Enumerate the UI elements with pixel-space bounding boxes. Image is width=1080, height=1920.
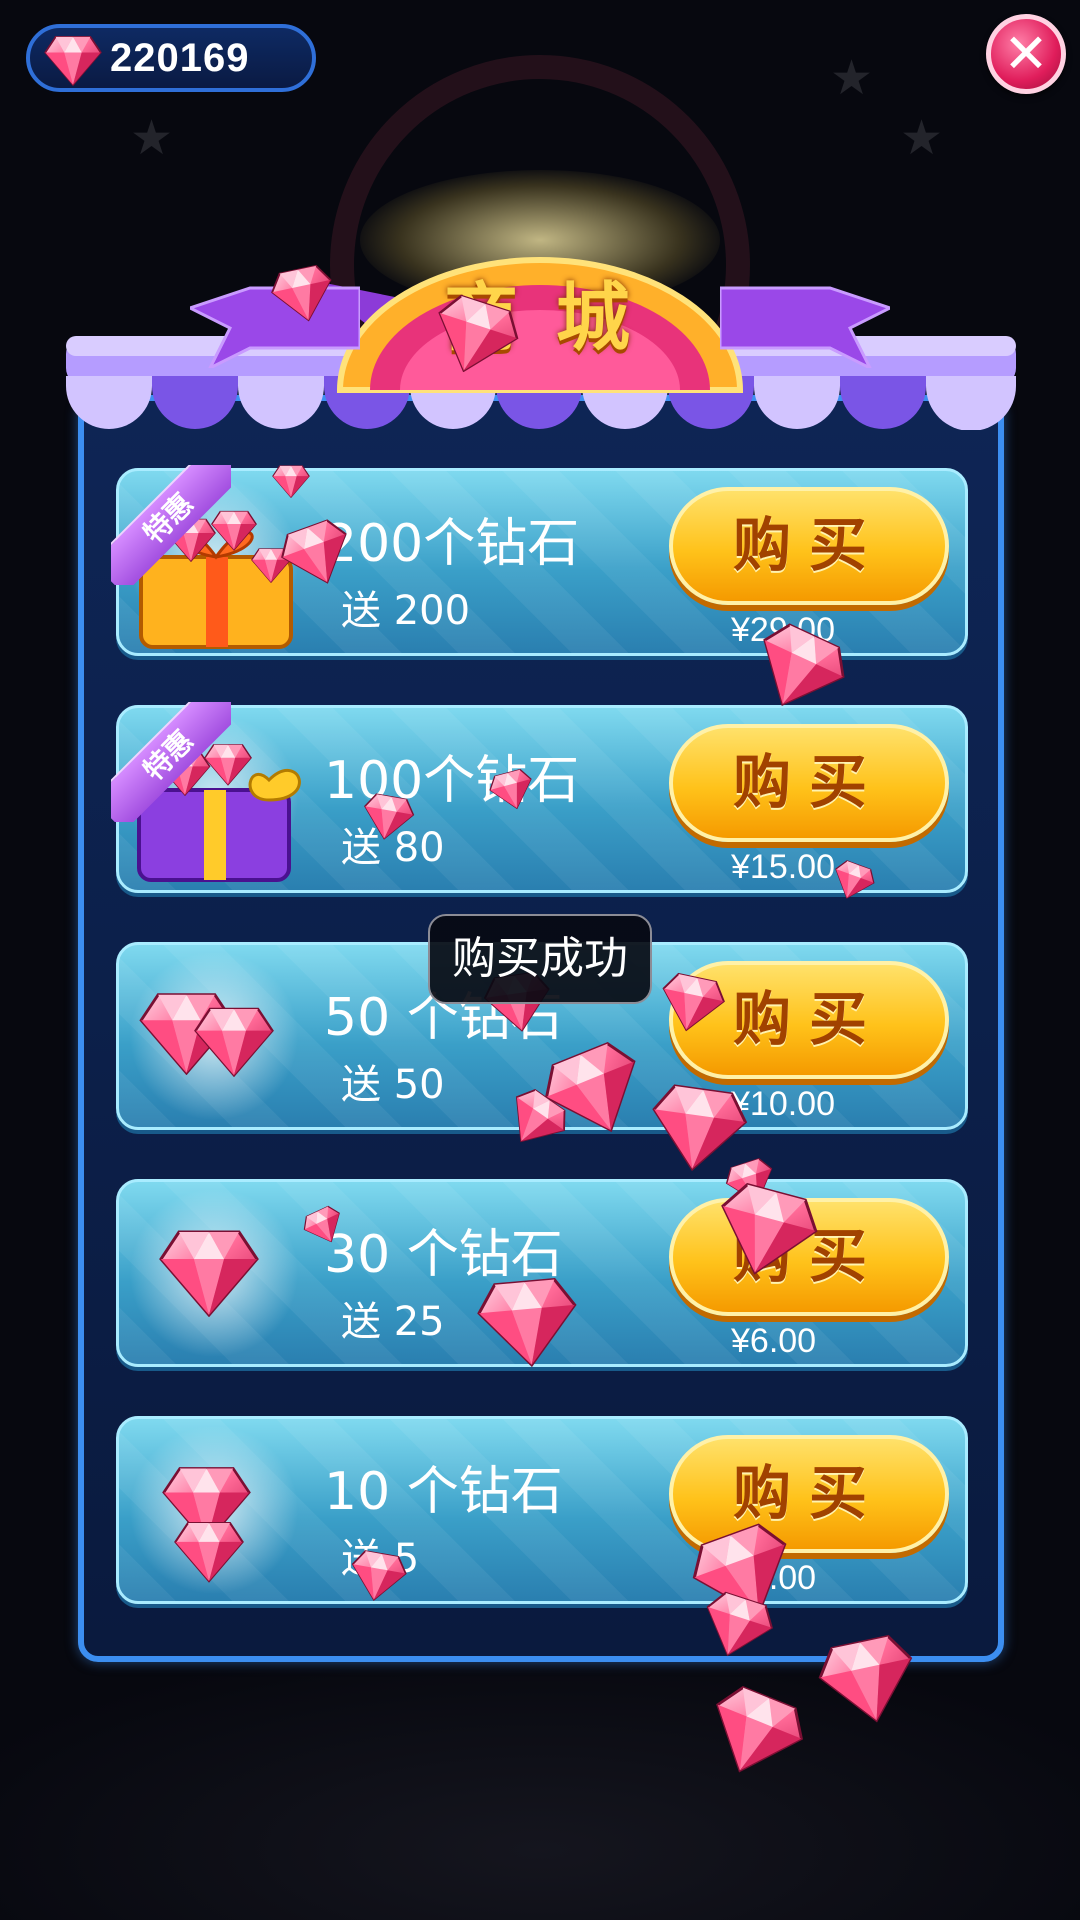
game-shop-screen: ★ ★ ★ 220169 ✕ 商 城 特惠 200个钻石 送 200 购买 特惠… — [0, 0, 1080, 1920]
buy-button[interactable]: 购买 — [669, 724, 949, 842]
special-offer-badge: 特惠 — [111, 465, 231, 585]
diamond-icon — [159, 1230, 259, 1317]
toast-message: 购买成功 — [452, 933, 628, 984]
offer-quantity: 200个钻石 — [324, 514, 580, 574]
gem-balance-counter: 220169 — [26, 24, 316, 92]
close-icon: ✕ — [1003, 22, 1049, 85]
background-star-icon: ★ — [830, 50, 874, 106]
flying-diamond-icon — [474, 1272, 582, 1372]
offer-price: ¥6.00 — [731, 1322, 817, 1360]
diamond-icon — [42, 34, 104, 86]
offer-quantity: 100个钻石 — [324, 751, 580, 811]
buy-button-label: 购买 — [732, 748, 885, 816]
flying-diamond-icon — [358, 790, 417, 844]
background-star-icon: ★ — [130, 110, 174, 166]
offer-price: ¥10.00 — [731, 1085, 835, 1123]
diamond-icon — [162, 1467, 251, 1583]
flying-diamond-icon — [695, 1676, 814, 1791]
gem-balance-value: 220169 — [110, 36, 250, 80]
buy-button-label: 购买 — [732, 1459, 885, 1527]
flying-diamond-icon — [272, 464, 310, 498]
flying-diamond-icon — [346, 1546, 410, 1607]
offer-card-10: 10 个钻石 送 5 购买 ¥2.00 — [116, 1416, 968, 1604]
close-button[interactable]: ✕ — [986, 14, 1066, 94]
background-star-icon: ★ — [900, 110, 944, 166]
purchase-success-toast: 购买成功 — [428, 914, 652, 1004]
diamond-icon — [139, 993, 274, 1077]
offer-quantity: 10 个钻石 — [324, 1462, 563, 1522]
banner-ribbon-right — [720, 286, 890, 368]
offer-card-200: 特惠 200个钻石 送 200 购买 ¥29.00 — [111, 465, 968, 656]
buy-button-label: 购买 — [732, 511, 885, 579]
offer-bonus: 送 25 — [341, 1299, 445, 1345]
offer-bonus: 送 200 — [341, 588, 471, 634]
offer-bonus: 送 50 — [341, 1062, 445, 1108]
buy-button[interactable]: 购买 — [669, 1435, 949, 1553]
special-offer-badge: 特惠 — [111, 702, 231, 822]
buy-button[interactable]: 购买 — [669, 487, 949, 605]
flying-diamond-icon — [812, 1627, 924, 1733]
